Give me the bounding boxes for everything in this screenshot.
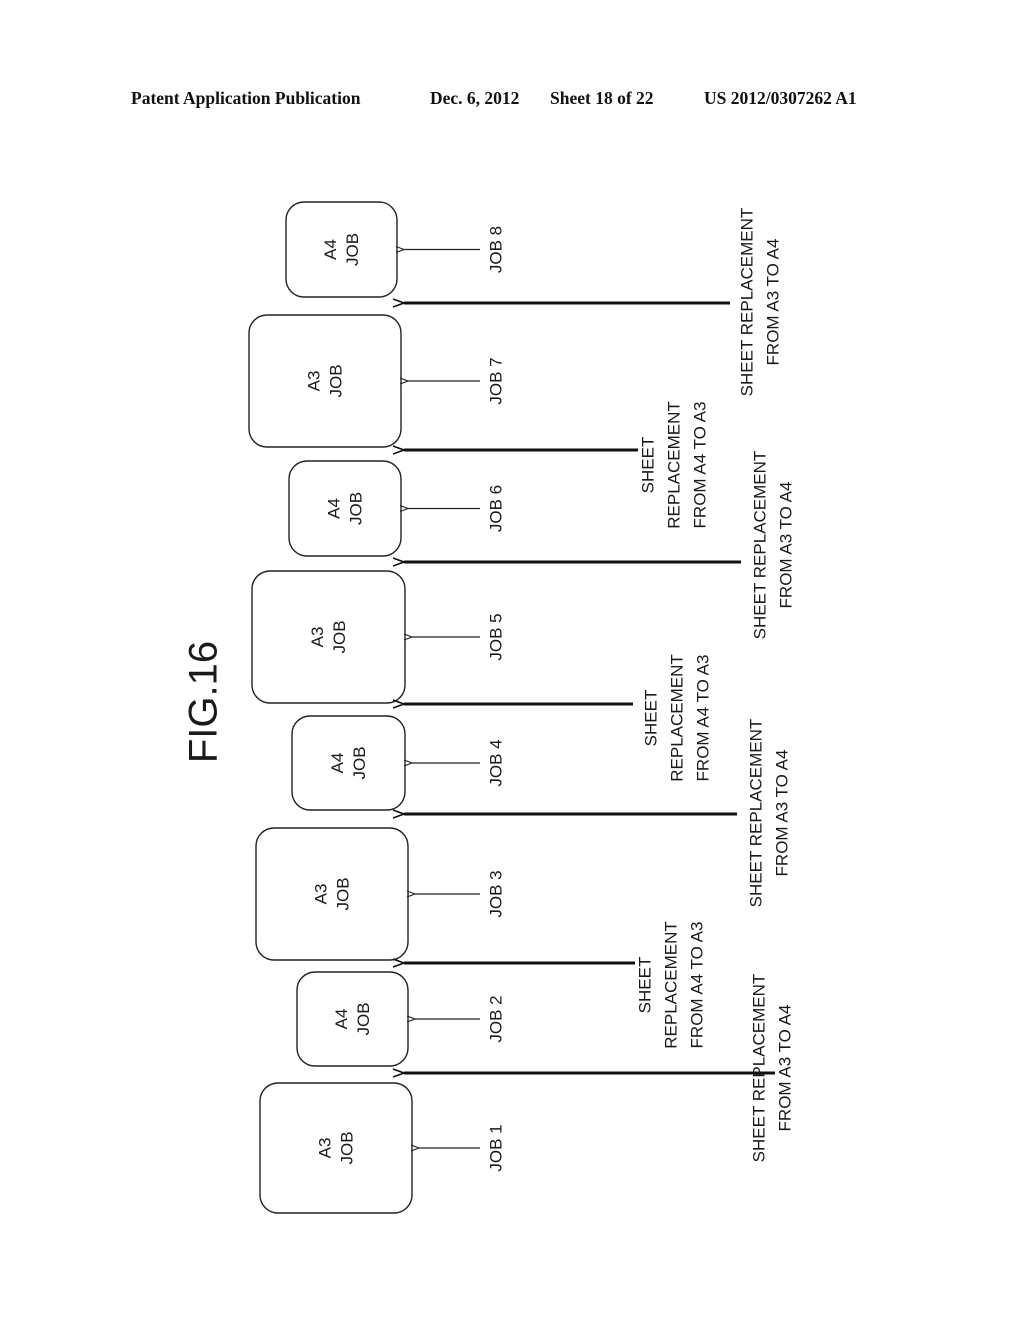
replacement-label-line: SHEET — [641, 690, 660, 747]
job-size-label: A4 — [328, 753, 347, 774]
job-number-label: JOB 5 — [486, 613, 505, 660]
job-box-2: A4 JOB JOB 2 — [296, 971, 505, 1067]
job-type-label: JOB — [337, 1131, 356, 1164]
job-box-5: A3 JOB JOB 5 — [251, 570, 505, 704]
job-box-7: A3 JOB JOB 7 — [248, 314, 505, 448]
job-box-outline — [285, 201, 398, 298]
job-box-outline — [248, 314, 402, 448]
replacement-label-line: FROM A3 TO A4 — [775, 1005, 794, 1132]
job-type-label: JOB — [326, 364, 345, 397]
job-type-label: JOB — [354, 1002, 373, 1035]
job-number-label: JOB 2 — [486, 995, 505, 1042]
replacement-label-line: FROM A4 TO A3 — [690, 402, 709, 529]
replacement-label-line: SHEET — [638, 437, 657, 494]
job-size-label: A3 — [315, 1138, 334, 1159]
replacement-label-line: FROM A4 TO A3 — [687, 922, 706, 1049]
job-box-1: A3 JOB JOB 1 — [259, 1082, 505, 1214]
replacement-label-line: REPLACEMENT — [667, 654, 686, 782]
replacement-label-line: REPLACEMENT — [661, 921, 680, 1049]
job-number-label: JOB 8 — [486, 226, 505, 273]
job-number-label: JOB 1 — [486, 1124, 505, 1171]
job-size-label: A3 — [308, 627, 327, 648]
replacement-label-line: FROM A3 TO A4 — [772, 750, 791, 877]
job-size-label: A4 — [324, 498, 343, 519]
replacement-label-line: SHEET REPLACEMENT — [737, 208, 756, 397]
job-box-outline — [296, 971, 409, 1067]
sheet-replacement-7: SHEET REPLACEMENT FROM A3 TO A4 — [404, 208, 782, 397]
job-number-label: JOB 4 — [486, 739, 505, 786]
job-type-label: JOB — [350, 746, 369, 779]
replacement-label-line: SHEET REPLACEMENT — [749, 974, 768, 1163]
job-box-outline — [251, 570, 406, 704]
job-number-label: JOB 7 — [486, 357, 505, 404]
job-type-label: JOB — [333, 877, 352, 910]
job-number-label: JOB 3 — [486, 870, 505, 917]
figure-16-diagram: FIG.16 A3 JOB JOB 1A4 JOB JOB 2A3 JOB JOB 3A4 J… — [182, 201, 795, 1214]
replacement-label-line: REPLACEMENT — [664, 401, 683, 529]
figure-title: FIG.16 — [182, 641, 226, 763]
sheet-replacement-6: SHEET REPLACEMENT FROM A4 TO A3 — [404, 401, 709, 529]
replacement-label-line: FROM A3 TO A4 — [776, 482, 795, 609]
job-size-label: A4 — [332, 1009, 351, 1030]
job-type-label: JOB — [346, 492, 365, 525]
replacement-label-line: SHEET — [635, 957, 654, 1014]
job-box-4: A4 JOB JOB 4 — [291, 715, 505, 811]
job-box-outline — [291, 715, 406, 811]
sheet-replacement-3: SHEET REPLACEMENT FROM A3 TO A4 — [404, 719, 791, 908]
replacement-label-line: SHEET REPLACEMENT — [746, 719, 765, 908]
job-box-6: A4 JOB JOB 6 — [288, 460, 505, 557]
job-size-label: A4 — [321, 239, 340, 260]
sheet-replacement-5: SHEET REPLACEMENT FROM A3 TO A4 — [404, 451, 795, 640]
job-size-label: A3 — [311, 884, 330, 905]
replacement-label-line: FROM A4 TO A3 — [693, 655, 712, 782]
job-number-label: JOB 6 — [486, 485, 505, 532]
sheet-replacement-2: SHEET REPLACEMENT FROM A4 TO A3 — [404, 921, 706, 1049]
job-box-8: A4 JOB JOB 8 — [285, 201, 505, 298]
job-box-outline — [259, 1082, 413, 1214]
replacement-label-line: SHEET REPLACEMENT — [750, 451, 769, 640]
job-box-outline — [288, 460, 402, 557]
sheet-replacement-1: SHEET REPLACEMENT FROM A3 TO A4 — [404, 974, 794, 1163]
job-box-outline — [255, 827, 409, 961]
job-box-3: A3 JOB JOB 3 — [255, 827, 505, 961]
job-type-label: JOB — [330, 620, 349, 653]
replacement-label-line: FROM A3 TO A4 — [763, 239, 782, 366]
job-size-label: A3 — [304, 371, 323, 392]
job-type-label: JOB — [343, 233, 362, 266]
